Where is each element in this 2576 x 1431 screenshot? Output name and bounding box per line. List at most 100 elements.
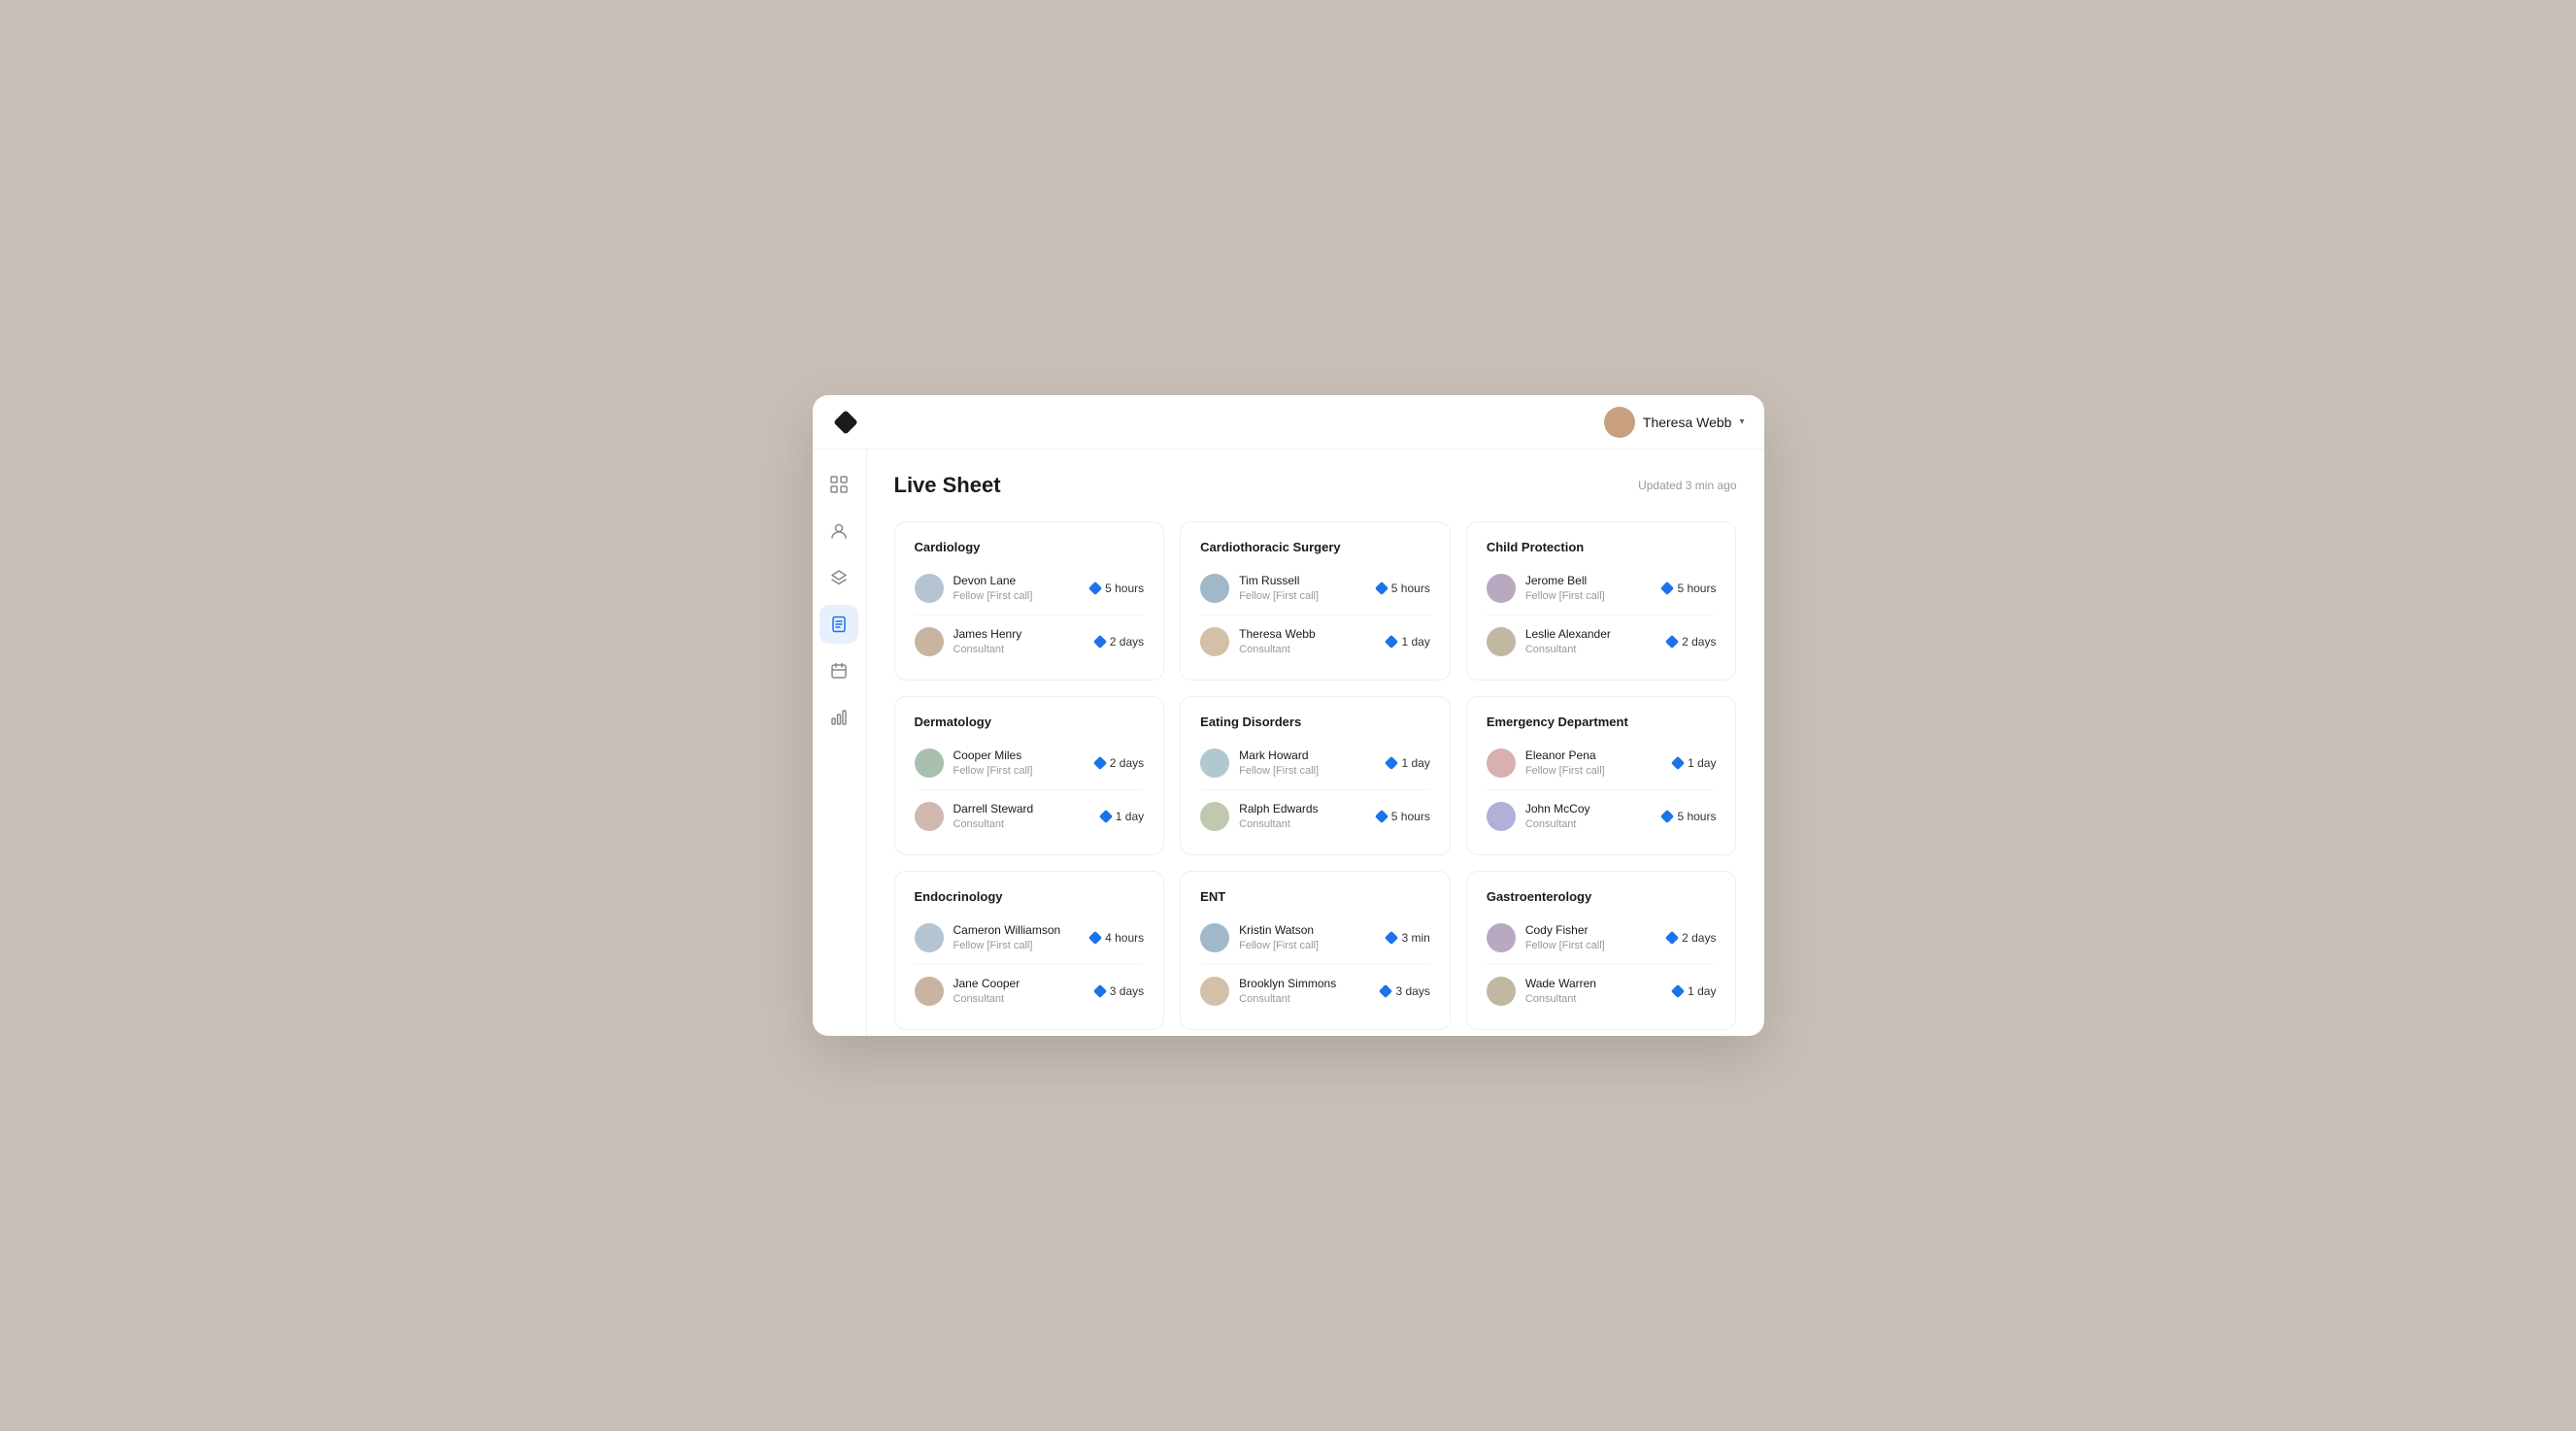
divider	[1200, 789, 1430, 790]
avatar	[1200, 802, 1229, 831]
time-value: 2 days	[1110, 756, 1144, 770]
person-row[interactable]: Cameron WilliamsonFellow [First call]4 h…	[915, 917, 1145, 958]
time-value: 1 day	[1116, 810, 1144, 823]
diamond-icon	[1088, 931, 1102, 945]
department-card: Eating DisordersMark HowardFellow [First…	[1180, 696, 1451, 855]
person-info: John McCoyConsultant	[1525, 802, 1590, 831]
time-badge: 2 days	[1095, 635, 1144, 649]
person-name: Leslie Alexander	[1525, 627, 1611, 643]
person-name: Cameron Williamson	[953, 923, 1061, 939]
department-name: Cardiology	[915, 540, 1145, 554]
time-value: 1 day	[1401, 756, 1429, 770]
page-title: Live Sheet	[894, 473, 1001, 498]
person-role: Consultant	[1239, 643, 1316, 656]
person-role: Consultant	[953, 817, 1034, 831]
main-layout: Live Sheet Updated 3 min ago Cardiology D…	[813, 449, 1764, 1036]
person-role: Fellow [First call]	[1525, 589, 1605, 603]
person-info: James HenryConsultant	[953, 627, 1022, 656]
person-row[interactable]: Leslie AlexanderConsultant2 days	[1487, 621, 1717, 662]
time-badge: 5 hours	[1662, 810, 1716, 823]
grid-icon	[830, 476, 848, 493]
person-info: Brooklyn SimmonsConsultant	[1239, 977, 1336, 1006]
person-name: Devon Lane	[953, 574, 1033, 589]
person-name: Theresa Webb	[1239, 627, 1316, 643]
person-info: Eleanor PenaFellow [First call]	[1525, 749, 1605, 778]
person-info: Ralph EdwardsConsultant	[1239, 802, 1318, 831]
sidebar-item-person[interactable]	[820, 512, 858, 550]
sidebar-item-chart[interactable]	[820, 698, 858, 737]
person-name: Brooklyn Simmons	[1239, 977, 1336, 992]
time-value: 3 days	[1110, 984, 1144, 998]
person-row[interactable]: Cooper MilesFellow [First call]2 days	[915, 743, 1145, 783]
person-info: Theresa WebbConsultant	[1239, 627, 1316, 656]
person-left: Theresa WebbConsultant	[1200, 627, 1316, 656]
departments-grid: CardiologyDevon LaneFellow [First call]5…	[894, 521, 1737, 1030]
time-badge: 2 days	[1667, 635, 1716, 649]
person-role: Consultant	[953, 643, 1022, 656]
top-bar: Theresa Webb ▾	[813, 395, 1764, 449]
logo-diamond	[833, 410, 857, 434]
page-header: Live Sheet Updated 3 min ago	[894, 473, 1737, 498]
diamond-icon	[1099, 810, 1113, 823]
person-row[interactable]: James HenryConsultant 2 days	[915, 621, 1145, 662]
avatar	[1200, 977, 1229, 1006]
person-row[interactable]: John McCoyConsultant 5 hours	[1487, 796, 1717, 837]
person-row[interactable]: Kristin WatsonFellow [First call]3 min	[1200, 917, 1430, 958]
avatar	[915, 802, 944, 831]
time-value: 5 hours	[1677, 582, 1716, 595]
time-badge: 1 day	[1387, 756, 1429, 770]
department-card: Gastroenterology Cody FisherFellow [First…	[1466, 871, 1737, 1030]
person-row[interactable]: Tim RussellFellow [First call]5 hours	[1200, 568, 1430, 609]
time-value: 1 day	[1688, 984, 1716, 998]
person-row[interactable]: Darrell StewardConsultant 1 day	[915, 796, 1145, 837]
user-avatar	[1604, 407, 1635, 438]
person-row[interactable]: Ralph EdwardsConsultant5 hours	[1200, 796, 1430, 837]
diamond-icon	[1375, 810, 1388, 823]
person-row[interactable]: Theresa WebbConsultant1 day	[1200, 621, 1430, 662]
doc-icon	[830, 616, 848, 633]
person-info: Wade WarrenConsultant	[1525, 977, 1596, 1006]
time-value: 2 days	[1682, 635, 1716, 649]
content-area: Live Sheet Updated 3 min ago Cardiology D…	[867, 449, 1764, 1036]
person-row[interactable]: Devon LaneFellow [First call]5 hours	[915, 568, 1145, 609]
person-role: Consultant	[1525, 817, 1590, 831]
person-row[interactable]: Mark HowardFellow [First call] 1 day	[1200, 743, 1430, 783]
user-name: Theresa Webb	[1643, 415, 1732, 430]
person-row[interactable]: Brooklyn SimmonsConsultant3 days	[1200, 971, 1430, 1012]
department-name: ENT	[1200, 889, 1430, 904]
person-info: Jane CooperConsultant	[953, 977, 1020, 1006]
divider	[1487, 615, 1717, 616]
user-menu[interactable]: Theresa Webb ▾	[1604, 407, 1745, 438]
person-row[interactable]: Jane CooperConsultant 3 days	[915, 971, 1145, 1012]
time-value: 3 min	[1401, 931, 1429, 945]
person-left: Cody FisherFellow [First call]	[1487, 923, 1605, 952]
department-name: Gastroenterology	[1487, 889, 1717, 904]
logo	[832, 409, 859, 436]
sidebar-item-grid[interactable]	[820, 465, 858, 504]
person-left: Jerome BellFellow [First call]	[1487, 574, 1605, 603]
diamond-icon	[1093, 635, 1107, 649]
person-info: Darrell StewardConsultant	[953, 802, 1034, 831]
department-card: DermatologyCooper MilesFellow [First cal…	[894, 696, 1165, 855]
person-info: Jerome BellFellow [First call]	[1525, 574, 1605, 603]
time-badge: 5 hours	[1377, 582, 1430, 595]
person-row[interactable]: Eleanor PenaFellow [First call]1 day	[1487, 743, 1717, 783]
person-name: Jerome Bell	[1525, 574, 1605, 589]
time-badge: 5 hours	[1662, 582, 1716, 595]
person-info: Mark HowardFellow [First call]	[1239, 749, 1319, 778]
divider	[915, 964, 1145, 965]
person-row[interactable]: Wade WarrenConsultant 1 day	[1487, 971, 1717, 1012]
sidebar-item-calendar[interactable]	[820, 651, 858, 690]
person-info: Devon LaneFellow [First call]	[953, 574, 1033, 603]
person-row[interactable]: Jerome BellFellow [First call] 5 hours	[1487, 568, 1717, 609]
calendar-icon	[830, 662, 848, 680]
person-row[interactable]: Cody FisherFellow [First call] 2 days	[1487, 917, 1717, 958]
sidebar-item-layers[interactable]	[820, 558, 858, 597]
diamond-icon	[1660, 810, 1674, 823]
avatar	[1200, 627, 1229, 656]
time-value: 2 days	[1682, 931, 1716, 945]
sidebar-item-doc[interactable]	[820, 605, 858, 644]
person-name: Jane Cooper	[953, 977, 1020, 992]
person-name: Ralph Edwards	[1239, 802, 1318, 817]
avatar	[1200, 923, 1229, 952]
